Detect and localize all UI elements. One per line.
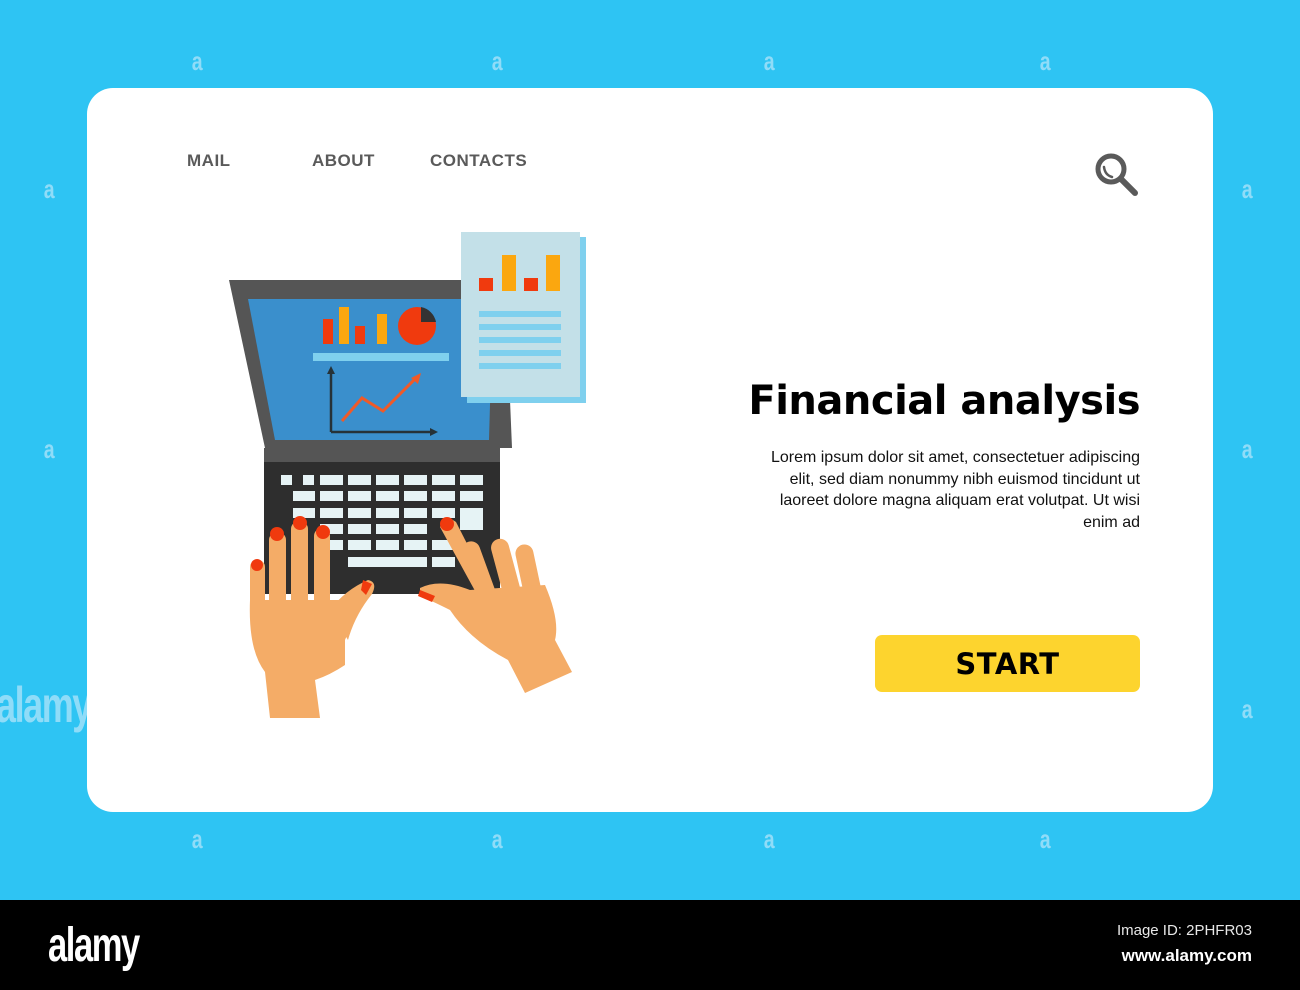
hero-description: Lorem ipsum dolor sit amet, consectetuer… xyxy=(770,449,1140,531)
watermark-glyph: a xyxy=(1241,174,1253,204)
nav-mail[interactable]: MAIL xyxy=(187,151,231,171)
watermark-glyph: a xyxy=(43,174,55,204)
footer-logo: alamy xyxy=(48,919,140,972)
nav-about[interactable]: ABOUT xyxy=(312,151,375,171)
watermark-glyph: a xyxy=(763,824,775,854)
watermark-glyph: a xyxy=(491,46,503,76)
watermark-glyph: a xyxy=(1039,46,1051,76)
watermark-logo: alamy xyxy=(0,677,92,733)
search-icon[interactable] xyxy=(1092,150,1142,200)
watermark-glyph: a xyxy=(491,824,503,854)
nav-contacts[interactable]: CONTACTS xyxy=(430,151,527,171)
watermark-glyph: a xyxy=(763,46,775,76)
watermark-glyph: a xyxy=(191,46,203,76)
page-title: Financial analysis xyxy=(748,378,1140,424)
footer-bar: alamy Image ID: 2PHFR03 www.alamy.com xyxy=(0,900,1300,990)
footer-url[interactable]: www.alamy.com xyxy=(1122,946,1252,966)
watermark-glyph: a xyxy=(43,434,55,464)
watermark-glyph: a xyxy=(1241,694,1253,724)
watermark-glyph: a xyxy=(191,824,203,854)
watermark-glyph: a xyxy=(1241,434,1253,464)
watermark-glyph: a xyxy=(1039,824,1051,854)
start-button[interactable]: START xyxy=(875,635,1140,692)
footer-image-id: Image ID: 2PHFR03 xyxy=(1116,922,1252,939)
